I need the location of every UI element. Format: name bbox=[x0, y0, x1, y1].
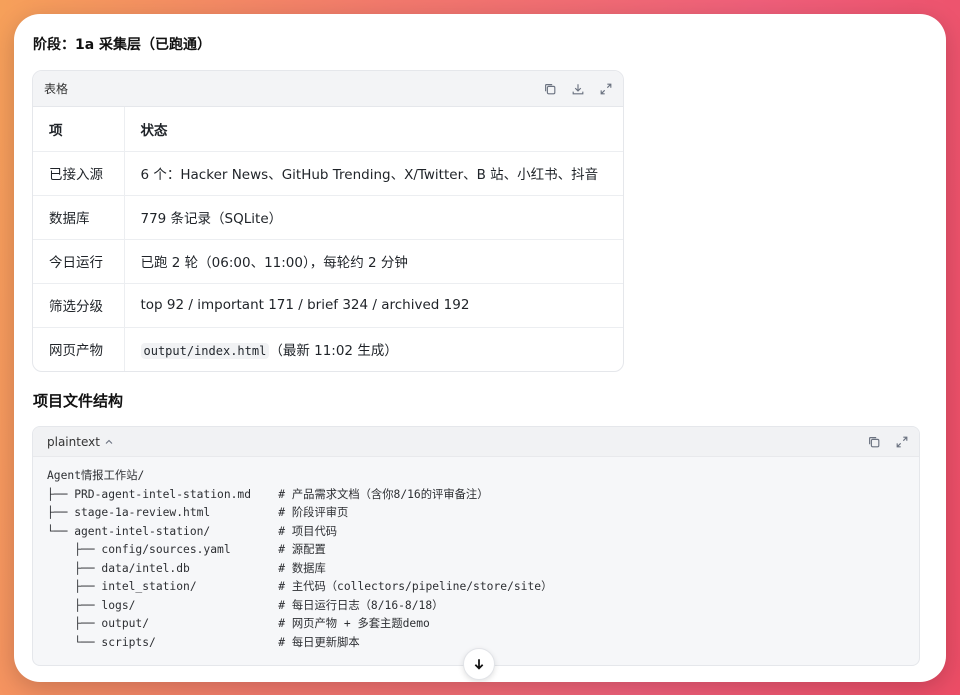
copy-icon[interactable] bbox=[543, 82, 557, 96]
chevron-up-icon bbox=[103, 436, 115, 448]
row-item: 筛选分级 bbox=[33, 283, 125, 328]
table-row: 已接入源 6 个：Hacker News、GitHub Trending、X/T… bbox=[33, 151, 623, 196]
table-row: 筛选分级 top 92 / important 171 / brief 324 … bbox=[33, 283, 623, 328]
header-item: 项 bbox=[33, 107, 125, 152]
code-line: ├── PRD-agent-intel-station.md # 产品需求文档（… bbox=[47, 487, 489, 501]
row-status: 6 个：Hacker News、GitHub Trending、X/Twitte… bbox=[124, 151, 623, 196]
table-header-row: 项 状态 bbox=[33, 107, 623, 152]
row-status-suffix: （最新 11:02 生成） bbox=[269, 343, 398, 360]
download-icon[interactable] bbox=[571, 82, 585, 96]
code-line: └── agent-intel-station/ # 项目代码 bbox=[47, 524, 338, 538]
copy-icon[interactable] bbox=[867, 435, 881, 449]
code-line: ├── data/intel.db # 数据库 bbox=[47, 561, 326, 575]
code-line: └── scripts/ # 每日更新脚本 bbox=[47, 635, 360, 649]
code-language-toggle[interactable]: plaintext bbox=[47, 435, 115, 449]
code-line: ├── output/ # 网页产物 + 多套主题demo bbox=[47, 617, 430, 630]
code-content: Agent情报工作站/ ├── PRD-agent-intel-station.… bbox=[33, 457, 919, 662]
code-line: Agent情报工作站/ bbox=[47, 469, 145, 482]
row-status: top 92 / important 171 / brief 324 / arc… bbox=[124, 283, 623, 328]
row-item: 数据库 bbox=[33, 195, 125, 240]
code-block: plaintext Agent情报工作站/ ├── PRD-agent-inte… bbox=[32, 426, 920, 666]
code-line: ├── config/sources.yaml # 源配置 bbox=[47, 543, 326, 556]
expand-icon[interactable] bbox=[599, 82, 613, 96]
inline-code-path: output/index.html bbox=[140, 343, 270, 360]
row-item: 今日运行 bbox=[33, 239, 125, 284]
chat-message-card: 阶段：1a 采集层（已跑通） 表格 项 状态 已接入源 6 个：Hacker N… bbox=[14, 14, 946, 682]
table-row: 数据库 779 条记录（SQLite） bbox=[33, 195, 623, 240]
table-toolbar: 表格 bbox=[33, 71, 623, 107]
code-toolbar: plaintext bbox=[33, 427, 919, 457]
expand-icon[interactable] bbox=[895, 435, 909, 449]
table-label: 表格 bbox=[44, 82, 69, 96]
table-row: 网页产物 output/index.html （最新 11:02 生成） bbox=[33, 327, 623, 371]
code-language-label: plaintext bbox=[47, 434, 100, 449]
header-status: 状态 bbox=[124, 107, 623, 152]
arrow-down-icon bbox=[472, 657, 486, 671]
code-line: ├── intel_station/ # 主代码（collectors/pipe… bbox=[47, 580, 553, 593]
row-status: 779 条记录（SQLite） bbox=[124, 195, 623, 240]
row-status: 已跑 2 轮（06:00、11:00），每轮约 2 分钟 bbox=[124, 239, 623, 284]
table-row: 今日运行 已跑 2 轮（06:00、11:00），每轮约 2 分钟 bbox=[33, 239, 623, 284]
row-status: output/index.html （最新 11:02 生成） bbox=[124, 327, 623, 371]
code-line: ├── stage-1a-review.html # 阶段评审页 bbox=[47, 506, 349, 519]
stage-title: 阶段：1a 采集层（已跑通） bbox=[33, 37, 212, 53]
code-line: ├── logs/ # 每日运行日志（8/16-8/18） bbox=[47, 598, 444, 612]
row-item: 网页产物 bbox=[33, 327, 125, 371]
status-table: 项 状态 已接入源 6 个：Hacker News、GitHub Trendin… bbox=[33, 107, 623, 371]
section-title: 项目文件结构 bbox=[33, 392, 124, 410]
row-item: 已接入源 bbox=[33, 151, 125, 196]
status-table-block: 表格 项 状态 已接入源 6 个：Hacker News、GitHub Tren… bbox=[32, 70, 624, 372]
scroll-to-bottom-button[interactable] bbox=[463, 648, 495, 680]
